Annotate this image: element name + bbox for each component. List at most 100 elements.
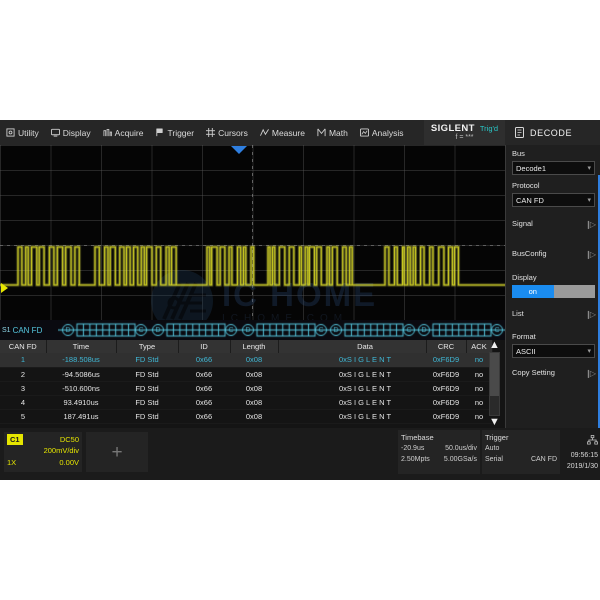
row-length: 0x08 xyxy=(230,395,278,410)
clock-box: 09:56:15 2019/1/30 xyxy=(562,430,600,474)
submenu-arrow-icon: ❙▷ xyxy=(585,309,596,319)
th-length: Length xyxy=(230,340,279,353)
display-toggle-off[interactable] xyxy=(553,285,595,298)
channel-probe: 1X xyxy=(7,458,17,467)
row-time: -510.600ns xyxy=(46,381,116,396)
decode-button[interactable]: DECODE xyxy=(505,120,600,145)
trigger-source: CAN FD xyxy=(530,456,557,463)
list-menu-item[interactable]: List ❙▷ xyxy=(506,300,600,328)
protocol-label: Protocol xyxy=(512,181,540,190)
menu-item-math[interactable]: Math xyxy=(311,120,354,145)
submenu-arrow-icon: ❙▷ xyxy=(585,368,596,378)
table-row[interactable]: 2 -94.5086us FD Std 0x66 0x08 0xS I G L E N T… xyxy=(0,367,492,382)
timebase-scale: 50.0us/div xyxy=(445,445,477,452)
format-select[interactable]: ASCII ▾ xyxy=(512,344,595,358)
analysis-icon xyxy=(359,128,369,137)
scrollbar-track[interactable] xyxy=(489,352,500,416)
chevron-down-icon: ▾ xyxy=(587,197,591,204)
th-type: Type xyxy=(116,340,179,353)
channel1-waveform xyxy=(0,145,505,345)
clock-time: 09:56:15 xyxy=(570,452,598,459)
copy-setting-menu-item[interactable]: Copy Setting ❙▷ xyxy=(506,360,600,386)
waveform-plot-area[interactable]: IC HOME ICHOME.COM xyxy=(0,145,505,345)
row-id: 0x66 xyxy=(178,367,230,382)
format-label: Format xyxy=(512,332,536,341)
math-icon xyxy=(317,128,326,137)
row-id: 0x66 xyxy=(178,409,230,424)
bus-select-value: Decode1 xyxy=(516,163,547,173)
menu-label: Cursors xyxy=(218,127,248,138)
timebase-box[interactable]: Timebase -20.9us 50.0us/div 2.50Mpts 5.0… xyxy=(398,430,480,474)
th-time: Time xyxy=(46,340,117,353)
row-type: FD Std xyxy=(116,395,178,410)
channel1-ground-marker[interactable] xyxy=(1,283,8,293)
signal-menu-item[interactable]: Signal ❙▷ xyxy=(506,209,600,239)
scrollbar-thumb[interactable] xyxy=(490,353,499,397)
chevron-down-icon: ▾ xyxy=(587,348,591,355)
row-time: 187.491us xyxy=(46,409,116,424)
row-type: FD Std xyxy=(116,367,178,382)
timebase-memory: 2.50Mpts xyxy=(401,456,430,463)
busconfig-menu-item[interactable]: BusConfig ❙▷ xyxy=(506,239,600,269)
menu-label: Analysis xyxy=(371,127,404,138)
display-toggle[interactable]: on xyxy=(512,285,595,298)
row-index: 5 xyxy=(0,409,46,424)
row-id: 0x66 xyxy=(178,353,230,368)
table-row[interactable]: 5 187.491us FD Std 0x66 0x08 0xS I G L E N T0… xyxy=(0,409,492,424)
copy-setting-label: Copy Setting xyxy=(512,368,555,377)
siglent-logo: SIGLENT xyxy=(430,122,475,134)
menu-item-measure[interactable]: Measure xyxy=(254,120,311,145)
row-id: 0x66 xyxy=(178,395,230,410)
table-row[interactable]: 1 -188.508us FD Std 0x66 0x08 0xS I G L E N T… xyxy=(0,353,492,368)
menu-item-cursors[interactable]: Cursors xyxy=(200,120,254,145)
trigger-box[interactable]: Trigger Auto Serial CAN FD xyxy=(482,430,560,474)
row-id: 0x66 xyxy=(178,381,230,396)
row-time: -188.508us xyxy=(46,353,116,368)
bus-group: Bus Decode1 ▾ xyxy=(506,145,600,177)
status-bar: C1 DC50 200mV/div 1X 0.00V + Timebase -2… xyxy=(0,428,600,480)
channel1-badge[interactable]: C1 DC50 200mV/div 1X 0.00V xyxy=(4,432,82,472)
table-scrollbar[interactable]: ▲ ▼ xyxy=(488,340,501,428)
menu-item-trigger[interactable]: Trigger xyxy=(149,120,200,145)
trigger-flag-icon xyxy=(155,128,164,137)
channel-coupling: DC50 xyxy=(59,435,79,444)
bus-source-label: S1 xyxy=(2,326,11,334)
display-toggle-on[interactable]: on xyxy=(512,285,554,298)
decode-bus-strip[interactable]: S1 CAN FD xyxy=(0,320,505,340)
protocol-select-value: CAN FD xyxy=(516,195,544,205)
add-channel-button[interactable]: + xyxy=(86,432,148,472)
display-group: Display on xyxy=(506,269,600,300)
row-index: 3 xyxy=(0,381,46,396)
row-length: 0x08 xyxy=(230,381,278,396)
timebase-title: Timebase xyxy=(401,433,434,442)
table-row[interactable]: 4 93.4910us FD Std 0x66 0x08 0xS I G L E N T0… xyxy=(0,395,492,410)
decode-icon xyxy=(515,127,524,138)
row-length: 0x08 xyxy=(230,409,278,424)
menu-item-display[interactable]: Display xyxy=(45,120,97,145)
menu-item-analysis[interactable]: Analysis xyxy=(354,120,410,145)
protocol-select[interactable]: CAN FD ▾ xyxy=(512,193,595,207)
bus-select[interactable]: Decode1 ▾ xyxy=(512,161,595,175)
table-row[interactable]: 3 -510.600ns FD Std 0x66 0x08 0xS I G L E N T… xyxy=(0,381,492,396)
menu-item-acquire[interactable]: Acquire xyxy=(97,120,150,145)
menu-label: Measure xyxy=(271,127,305,138)
plus-icon: + xyxy=(111,441,123,463)
menu-label: Display xyxy=(62,127,91,138)
chevron-down-icon[interactable]: ▼ xyxy=(489,417,500,428)
trigger-title: Trigger xyxy=(485,433,509,442)
row-crc: 0xF6D9 xyxy=(426,395,466,410)
format-group: Format ASCII ▾ xyxy=(506,328,600,360)
format-select-value: ASCII xyxy=(516,346,536,356)
menu-label: Utility xyxy=(18,127,39,138)
menu-item-utility[interactable]: Utility xyxy=(0,120,45,145)
decode-button-label: DECODE xyxy=(530,127,573,138)
row-type: FD Std xyxy=(116,381,178,396)
network-icon xyxy=(564,432,598,450)
timebase-samplerate: 5.00GSa/s xyxy=(443,456,477,463)
decode-list-table[interactable]: CAN FD Time Type ID Length Data CRC ACK … xyxy=(0,340,505,428)
trigger-mode: Auto xyxy=(485,445,500,452)
row-type: FD Std xyxy=(116,353,178,368)
row-index: 2 xyxy=(0,367,46,382)
chevron-up-icon[interactable]: ▲ xyxy=(489,340,500,351)
trigger-position-marker[interactable] xyxy=(231,146,247,154)
